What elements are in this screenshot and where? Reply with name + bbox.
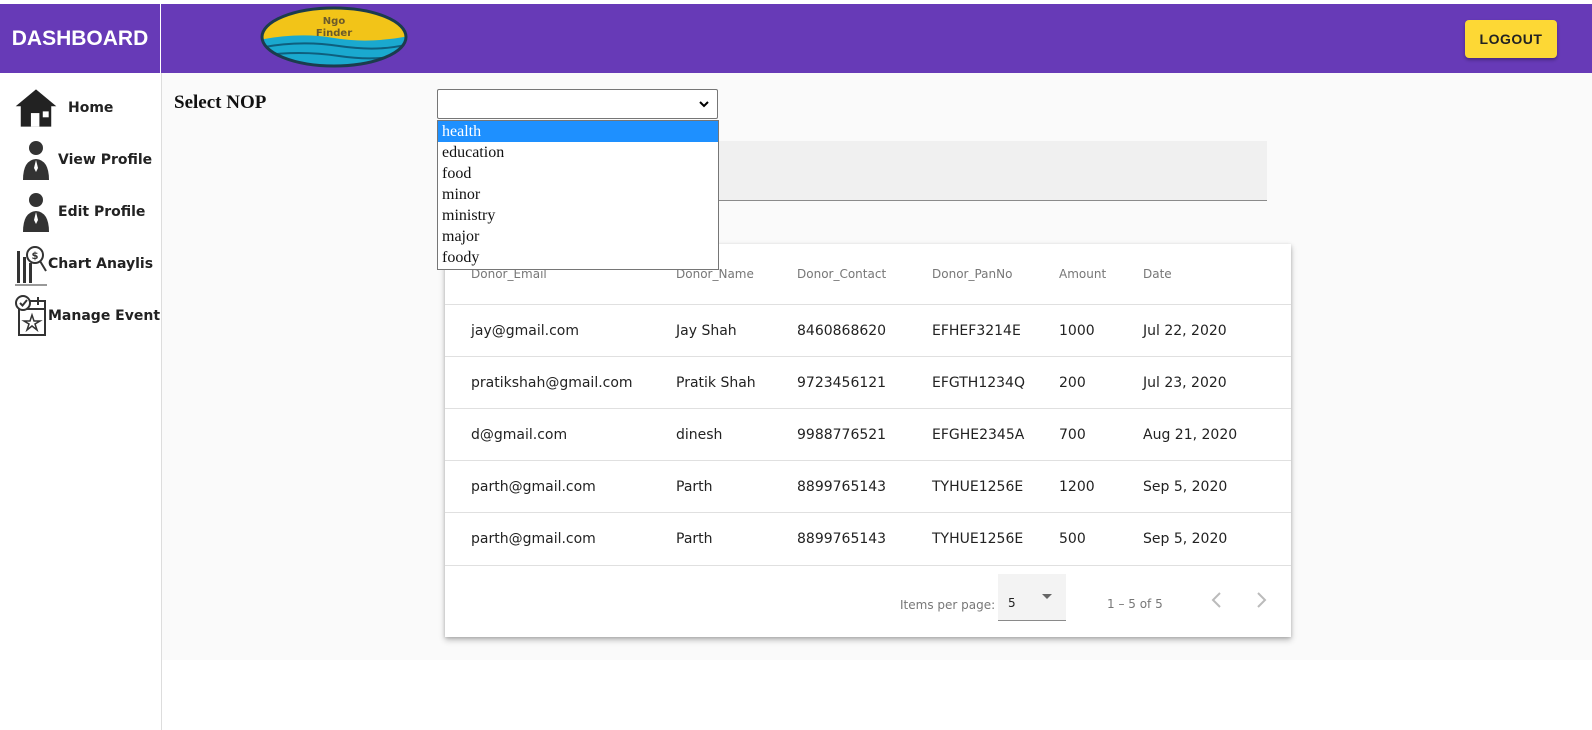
person-icon (14, 189, 58, 235)
sidebar-item-home[interactable]: Home (14, 85, 113, 131)
nop-option-minor[interactable]: minor (438, 184, 718, 205)
nop-option-health[interactable]: health (438, 121, 718, 142)
paginator: Items per page: 5 1 – 5 of 5 (445, 565, 1291, 638)
table-cell: parth@gmail.com (471, 531, 596, 547)
nop-option-food[interactable]: food (438, 163, 718, 184)
table-cell: 8460868620 (797, 323, 887, 339)
logout-button[interactable]: LOGOUT (1465, 20, 1557, 58)
sidebar-item-label: Manage Event (48, 308, 161, 324)
table-cell: EFGTH1234Q (932, 375, 1025, 391)
table-cell: 200 (1059, 375, 1086, 391)
dropdown-arrow-icon (1042, 594, 1052, 599)
table-cell: 1000 (1059, 323, 1095, 339)
table-cell: parth@gmail.com (471, 479, 596, 495)
items-per-page-value: 5 (1008, 596, 1016, 610)
sidebar-item-label: Edit Profile (58, 204, 146, 220)
table-cell: Jul 23, 2020 (1143, 375, 1227, 391)
table-cell: Sep 5, 2020 (1143, 479, 1228, 495)
table-cell: pratikshah@gmail.com (471, 375, 633, 391)
table-row: d@gmail.com dinesh 9988776521 EFGHE2345A… (445, 408, 1291, 461)
top-app-bar: DASHBOARD Ngo Finder LOGOUT (0, 4, 1592, 73)
table-cell: 9723456121 (797, 375, 887, 391)
nop-select[interactable] (437, 89, 718, 119)
items-per-page-label: Items per page: (900, 598, 996, 612)
calendar-event-icon (14, 293, 48, 339)
table-cell: 700 (1059, 427, 1086, 443)
column-header[interactable]: Donor_Contact (797, 244, 886, 304)
column-header[interactable]: Donor_PanNo (932, 244, 1012, 304)
ngo-finder-logo: Ngo Finder (259, 6, 409, 68)
sidebar-item-manage-event[interactable]: Manage Event (14, 293, 160, 339)
previous-page-button[interactable] (1205, 588, 1229, 612)
svg-text:Ngo: Ngo (323, 16, 346, 27)
table-row: jay@gmail.com Jay Shah 8460868620 EFHEF3… (445, 304, 1291, 357)
nop-option-major[interactable]: major (438, 226, 718, 247)
table-cell: EFGHE2345A (932, 427, 1025, 443)
nop-option-ministry[interactable]: ministry (438, 205, 718, 226)
table-cell: Sep 5, 2020 (1143, 531, 1228, 547)
nop-dropdown-list: health education food minor ministry maj… (437, 120, 719, 270)
table-row: pratikshah@gmail.com Pratik Shah 9723456… (445, 356, 1291, 409)
table-cell: dinesh (676, 427, 723, 443)
next-page-button[interactable] (1249, 588, 1273, 612)
nop-option-education[interactable]: education (438, 142, 718, 163)
svg-text:Finder: Finder (316, 28, 352, 39)
dashboard-title: DASHBOARD (0, 4, 161, 73)
chart-analysis-icon: $ (14, 241, 48, 287)
nop-option-foody[interactable]: foody (438, 247, 718, 268)
table-cell: Parth (676, 531, 713, 547)
table-cell: Jul 22, 2020 (1143, 323, 1227, 339)
table-cell: 8899765143 (797, 531, 887, 547)
table-row: parth@gmail.com Parth 8899765143 TYHUE12… (445, 512, 1291, 565)
table-cell: 1200 (1059, 479, 1095, 495)
table-cell: Parth (676, 479, 713, 495)
chevron-down-icon (697, 96, 711, 117)
table-cell: Aug 21, 2020 (1143, 427, 1238, 443)
table-cell: Pratik Shah (676, 375, 756, 391)
home-icon (14, 85, 58, 131)
column-header[interactable]: Amount (1059, 244, 1106, 304)
sidebar-item-label: View Profile (58, 152, 153, 168)
table-cell: 8899765143 (797, 479, 887, 495)
table-cell: jay@gmail.com (471, 323, 579, 339)
chevron-left-icon (1211, 592, 1221, 608)
table-cell: d@gmail.com (471, 427, 568, 443)
svg-text:$: $ (32, 251, 39, 262)
sidebar-item-edit-profile[interactable]: Edit Profile (14, 189, 145, 235)
items-per-page-select[interactable]: 5 (998, 574, 1066, 621)
sidebar-item-label: Chart Anaylis (48, 256, 154, 272)
page-range-label: 1 – 5 of 5 (1107, 597, 1163, 611)
table-row: parth@gmail.com Parth 8899765143 TYHUE12… (445, 460, 1291, 513)
sidebar-item-chart-analysis[interactable]: $ Chart Anaylis (14, 241, 153, 287)
donations-table: Donor_Email Donor_Name Donor_Contact Don… (445, 244, 1291, 637)
table-cell: TYHUE1256E (932, 479, 1024, 495)
chevron-right-icon (1257, 592, 1267, 608)
select-nop-label: Select NOP (174, 92, 267, 113)
sidebar-item-view-profile[interactable]: View Profile (14, 137, 152, 183)
table-cell: 500 (1059, 531, 1086, 547)
sidebar-item-label: Home (68, 100, 114, 116)
table-cell: 9988776521 (797, 427, 887, 443)
person-icon (14, 137, 58, 183)
column-header[interactable]: Date (1143, 244, 1172, 304)
table-cell: EFHEF3214E (932, 323, 1021, 339)
table-cell: Jay Shah (676, 323, 737, 339)
table-cell: TYHUE1256E (932, 531, 1024, 547)
